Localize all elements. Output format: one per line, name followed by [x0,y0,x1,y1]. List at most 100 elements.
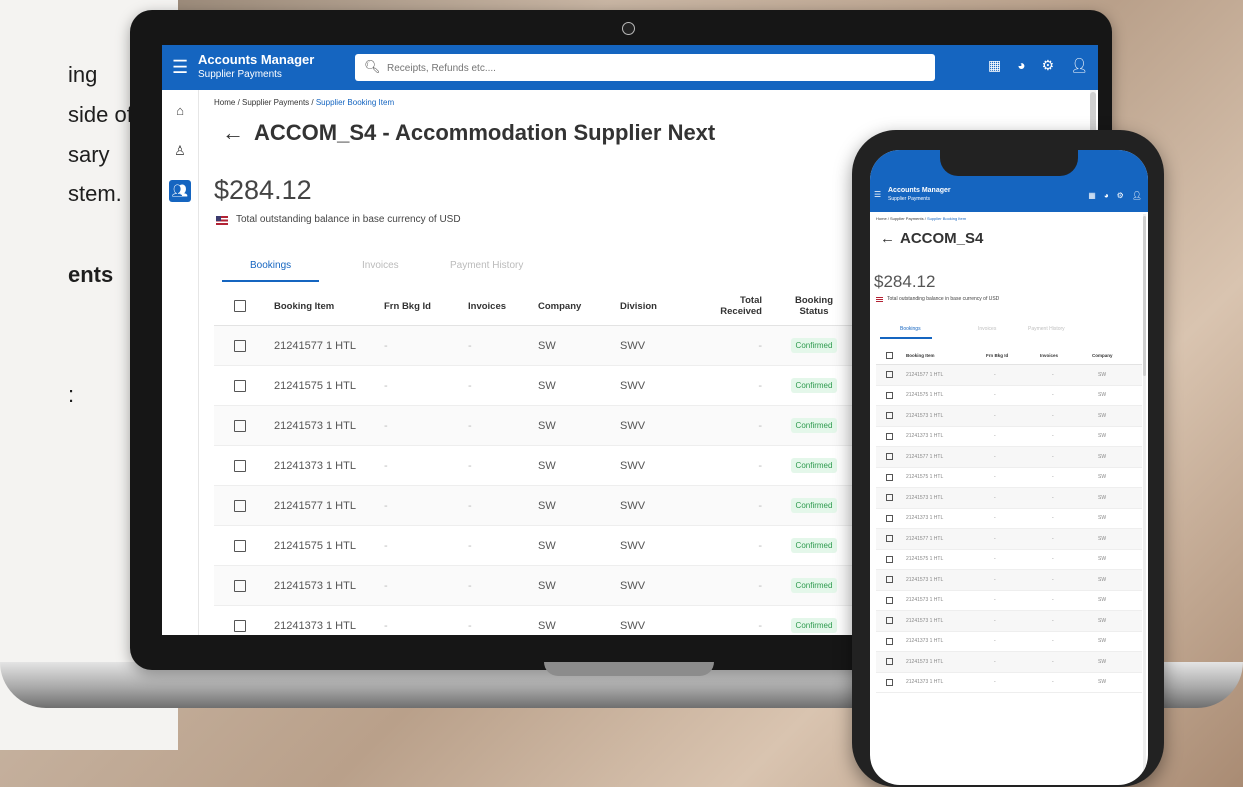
row-checkbox[interactable] [886,514,893,522]
user-icon[interactable]: ♙ [169,140,191,162]
cell-item: 21241373 1 HTL [274,459,356,472]
table-row[interactable]: 21241373 1 HTL - - SW [876,509,1142,529]
row-checkbox[interactable] [234,619,246,632]
column-header[interactable]: Total Received [702,287,762,325]
select-all-checkbox[interactable] [886,351,893,359]
row-checkbox[interactable] [886,432,893,440]
row-checkbox[interactable] [886,658,893,666]
active-tab-indicator [880,337,932,339]
table-row[interactable]: 21241373 1 HTL - - SW [876,427,1142,447]
column-header[interactable]: Invoices [1040,346,1058,364]
row-checkbox[interactable] [886,637,893,645]
row-checkbox[interactable] [886,596,893,604]
search-input[interactable] [385,58,919,78]
back-arrow-icon[interactable]: ← [880,230,895,247]
cell-frn: - [994,638,996,645]
tab-invoices[interactable]: Invoices [978,326,996,332]
row-checkbox[interactable] [234,419,246,432]
column-header[interactable]: Division [620,287,657,325]
bg-text-line: : [68,382,75,407]
grid-icon[interactable]: ▦ [988,57,1001,74]
row-checkbox[interactable] [886,678,893,686]
row-checkbox[interactable] [886,371,893,379]
row-checkbox[interactable] [234,379,246,392]
tab-invoices[interactable]: Invoices [362,260,399,271]
table-row[interactable]: 21241577 1 HTL - - SW [876,365,1142,386]
cell-company: SW [1098,392,1107,399]
row-checkbox[interactable] [234,339,246,352]
back-arrow-icon[interactable]: ← [222,120,244,145]
phone-balance-description: Total outstanding balance in base curren… [887,296,1000,302]
user-icon[interactable]: 👤︎ [1070,57,1088,74]
row-checkbox[interactable] [234,499,246,512]
table-row[interactable]: 21241573 1 HTL - - SW [876,570,1142,591]
table-row[interactable]: 21241573 1 HTL - - SW [876,488,1142,509]
row-checkbox[interactable] [234,539,246,552]
row-checkbox[interactable] [886,617,893,625]
table-row[interactable]: 21241575 1 HTL - - SW [876,550,1142,570]
table-row[interactable]: 21241575 1 HTL - - SW [876,386,1142,406]
us-flag-icon [876,297,883,302]
group-icon[interactable]: 👥︎ [169,180,191,202]
column-header[interactable]: Invoices [468,287,506,325]
cell-item: 21241577 1 HTL [906,535,944,542]
column-header[interactable]: Company [538,287,581,325]
table-row[interactable]: 21241573 1 HTL - - SW [876,591,1142,611]
gear-icon[interactable]: ⚙ [1042,57,1055,74]
gear-icon[interactable]: ⚙ [1117,191,1124,200]
palette-icon[interactable]: ◕ [1104,191,1109,200]
table-row[interactable]: 21241373 1 HTL - - SW [876,632,1142,652]
column-header[interactable]: Booking Item [906,346,935,364]
column-header[interactable]: Frn Bkg Id [986,346,1008,364]
row-checkbox[interactable] [234,579,246,592]
row-checkbox[interactable] [886,391,893,399]
tab-payment-history[interactable]: Payment History [1028,326,1065,332]
table-row[interactable]: 21241577 1 HTL - - SW [876,529,1142,550]
row-checkbox[interactable] [886,412,893,420]
column-header[interactable]: Booking Item [274,287,334,325]
cell-item: 21241577 1 HTL [906,371,944,378]
breadcrumb-home[interactable]: Home [876,216,887,221]
breadcrumb-section[interactable]: Supplier Payments [242,98,309,107]
table-row[interactable]: 21241573 1 HTL - - SW [876,652,1142,673]
breadcrumb-home[interactable]: Home [214,98,235,107]
laptop-hinge [544,662,714,676]
cell-inv: - [1052,638,1054,645]
table-row[interactable]: 21241577 1 HTL - - SW [876,447,1142,468]
search-box[interactable]: 🔍︎ [355,54,935,81]
us-flag-icon [216,216,228,225]
row-checkbox[interactable] [886,576,893,584]
row-checkbox[interactable] [886,473,893,481]
tab-bookings[interactable]: Bookings [250,260,291,271]
row-checkbox[interactable] [886,453,893,461]
user-icon[interactable]: 👤︎ [1132,191,1142,200]
row-checkbox[interactable] [886,494,893,502]
home-icon[interactable]: ⌂ [169,100,191,122]
breadcrumb-section[interactable]: Supplier Payments [890,216,924,221]
row-checkbox[interactable] [886,555,893,563]
cell-frn: - [384,619,388,632]
menu-icon[interactable]: ☰ [172,57,188,77]
cell-frn: - [384,379,388,392]
select-all-checkbox[interactable] [234,300,246,312]
scrollbar-thumb[interactable] [1143,216,1146,376]
table-row[interactable]: 21241573 1 HTL - - SW [876,406,1142,427]
grid-icon[interactable]: ▦ [1088,191,1096,200]
scrollbar[interactable] [1143,214,1146,774]
column-header[interactable]: Booking Status [784,287,844,325]
phone-app-actions: ▦ ◕ ⚙ 👤︎ [1088,191,1142,200]
tab-bookings[interactable]: Bookings [900,326,921,332]
tab-payment-history[interactable]: Payment History [450,260,523,271]
cell-company: SW [1098,515,1107,522]
cell-item: 21241573 1 HTL [906,412,944,419]
palette-icon[interactable]: ◕ [1017,57,1025,74]
column-header[interactable]: Frn Bkg Id [384,287,431,325]
table-row[interactable]: 21241373 1 HTL - - SW [876,673,1142,693]
breadcrumb-separator: / [235,98,243,107]
row-checkbox[interactable] [234,459,246,472]
table-row[interactable]: 21241573 1 HTL - - SW [876,611,1142,632]
column-header[interactable]: Company [1092,346,1113,364]
table-row[interactable]: 21241575 1 HTL - - SW [876,468,1142,488]
menu-icon[interactable]: ☰ [874,190,881,199]
row-checkbox[interactable] [886,535,893,543]
